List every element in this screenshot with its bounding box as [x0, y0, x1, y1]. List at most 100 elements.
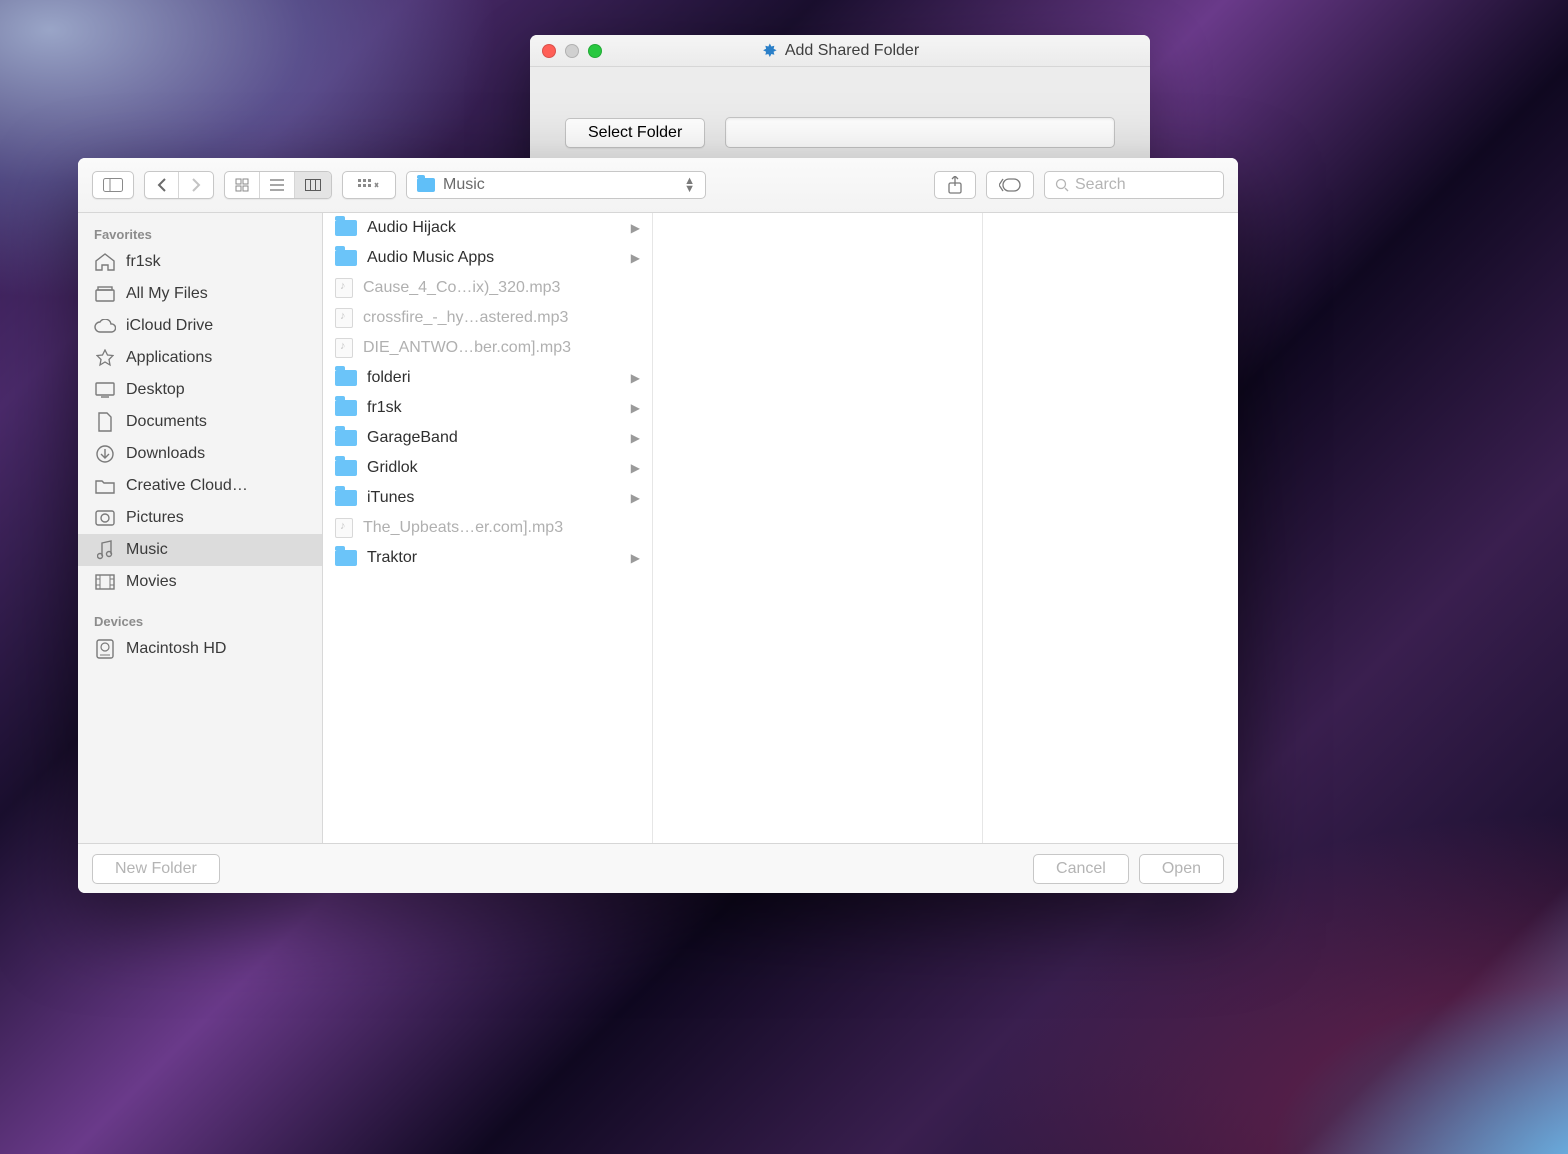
list-item[interactable]: Gridlok▶ — [323, 453, 652, 483]
chevron-right-icon: ▶ — [631, 371, 640, 385]
column-1[interactable]: Audio Hijack▶Audio Music Apps▶Cause_4_Co… — [323, 213, 653, 843]
sidebar-item-icloud-drive[interactable]: iCloud Drive — [78, 310, 322, 342]
chevron-right-icon: ▶ — [631, 401, 640, 415]
item-label: DIE_ANTWO…ber.com].mp3 — [363, 339, 571, 357]
search-icon — [1055, 178, 1069, 192]
item-label: Audio Music Apps — [367, 249, 494, 267]
list-item[interactable]: crossfire_-_hy…astered.mp3 — [323, 303, 652, 333]
sidebar-item-label: Documents — [126, 413, 207, 431]
sidebar-item-label: Pictures — [126, 509, 184, 527]
sidebar-item-documents[interactable]: Documents — [78, 406, 322, 438]
folder-icon — [335, 370, 357, 386]
sidebar: Favorites fr1sk All My Files iCloud Drive A… — [78, 213, 323, 843]
close-icon[interactable] — [542, 44, 556, 58]
new-folder-button[interactable]: New Folder — [92, 854, 220, 884]
list-item[interactable]: Cause_4_Co…ix)_320.mp3 — [323, 273, 652, 303]
view-mode-group — [224, 171, 332, 199]
folder-icon — [335, 430, 357, 446]
list-item[interactable]: folderi▶ — [323, 363, 652, 393]
window-title: Add Shared Folder — [785, 42, 919, 60]
item-label: fr1sk — [367, 399, 402, 417]
sidebar-item-label: All My Files — [126, 285, 208, 303]
group-by-button[interactable] — [342, 171, 396, 199]
sidebar-item-music[interactable]: Music — [78, 534, 322, 566]
folder-icon — [335, 550, 357, 566]
folder-icon — [335, 400, 357, 416]
list-item[interactable]: The_Upbeats…er.com].mp3 — [323, 513, 652, 543]
item-label: Audio Hijack — [367, 219, 456, 237]
open-panel: Music ▲▼ Search Favorites fr1sk All My Fi… — [78, 158, 1238, 893]
apps-icon — [94, 347, 116, 369]
back-button[interactable] — [145, 172, 179, 198]
item-label: Traktor — [367, 549, 417, 567]
sidebar-item-label: Downloads — [126, 445, 205, 463]
search-placeholder: Search — [1075, 176, 1126, 194]
sidebar-item-label: fr1sk — [126, 253, 161, 271]
chevron-right-icon: ▶ — [631, 551, 640, 565]
share-button[interactable] — [934, 171, 976, 199]
select-folder-button[interactable]: Select Folder — [565, 118, 705, 148]
maximize-icon[interactable] — [588, 44, 602, 58]
list-item[interactable]: GarageBand▶ — [323, 423, 652, 453]
sidebar-section-devices: Devices — [78, 608, 322, 633]
sidebar-item-all-my-files[interactable]: All My Files — [78, 278, 322, 310]
sidebar-section-favorites: Favorites — [78, 221, 322, 246]
chevron-right-icon: ▶ — [631, 431, 640, 445]
path-label: Music — [443, 176, 485, 194]
sidebar-toggle-icon[interactable] — [93, 172, 133, 198]
column-2[interactable] — [653, 213, 983, 843]
sidebar-item-downloads[interactable]: Downloads — [78, 438, 322, 470]
disk-icon — [94, 638, 116, 660]
view-list-icon[interactable] — [260, 172, 295, 198]
audio-file-icon — [335, 278, 353, 298]
sidebar-item-pictures[interactable]: Pictures — [78, 502, 322, 534]
sidebar-item-applications[interactable]: Applications — [78, 342, 322, 374]
view-column-icon[interactable] — [295, 172, 331, 198]
path-popup[interactable]: Music ▲▼ — [406, 171, 706, 199]
list-item[interactable]: Audio Hijack▶ — [323, 213, 652, 243]
folder-icon — [335, 220, 357, 236]
group-by-icon[interactable] — [343, 172, 395, 198]
sidebar-item-desktop[interactable]: Desktop — [78, 374, 322, 406]
sidebar-toggle-group[interactable] — [92, 171, 134, 199]
sidebar-item-label: Creative Cloud… — [126, 477, 248, 495]
column-view: Audio Hijack▶Audio Music Apps▶Cause_4_Co… — [323, 213, 1238, 843]
toolbar: Music ▲▼ Search — [78, 158, 1238, 213]
forward-button[interactable] — [179, 172, 213, 198]
chevron-right-icon: ▶ — [631, 461, 640, 475]
list-item[interactable]: iTunes▶ — [323, 483, 652, 513]
allfiles-icon — [94, 283, 116, 305]
sidebar-item-creative-cloud-[interactable]: Creative Cloud… — [78, 470, 322, 502]
window-title-bar: Add Shared Folder — [530, 35, 1150, 67]
view-icon-icon[interactable] — [225, 172, 260, 198]
audio-file-icon — [335, 308, 353, 328]
movies-icon — [94, 571, 116, 593]
sidebar-item-label: Music — [126, 541, 168, 559]
folder-icon — [94, 475, 116, 497]
list-item[interactable]: fr1sk ▶ — [323, 393, 652, 423]
sidebar-item-label: iCloud Drive — [126, 317, 213, 335]
list-item[interactable]: Traktor ▶ — [323, 543, 652, 573]
cancel-button[interactable]: Cancel — [1033, 854, 1129, 884]
folder-path-input[interactable] — [725, 117, 1115, 148]
tags-button[interactable] — [986, 171, 1034, 199]
downloads-icon — [94, 443, 116, 465]
cloud-icon — [94, 315, 116, 337]
sidebar-item-macintosh-hd[interactable]: Macintosh HD — [78, 633, 322, 665]
open-button[interactable]: Open — [1139, 854, 1224, 884]
minimize-icon — [565, 44, 579, 58]
home-icon — [94, 251, 116, 273]
item-label: The_Upbeats…er.com].mp3 — [363, 519, 563, 537]
sidebar-item-fr1sk[interactable]: fr1sk — [78, 246, 322, 278]
folder-icon — [417, 178, 435, 192]
sidebar-item-label: Applications — [126, 349, 212, 367]
sidebar-item-label: Movies — [126, 573, 177, 591]
list-item[interactable]: Audio Music Apps▶ — [323, 243, 652, 273]
search-input[interactable]: Search — [1044, 171, 1224, 199]
folder-icon — [335, 250, 357, 266]
audio-file-icon — [335, 338, 353, 358]
desktop-icon — [94, 379, 116, 401]
sidebar-item-label: Macintosh HD — [126, 640, 226, 658]
list-item[interactable]: DIE_ANTWO…ber.com].mp3 — [323, 333, 652, 363]
sidebar-item-movies[interactable]: Movies — [78, 566, 322, 598]
